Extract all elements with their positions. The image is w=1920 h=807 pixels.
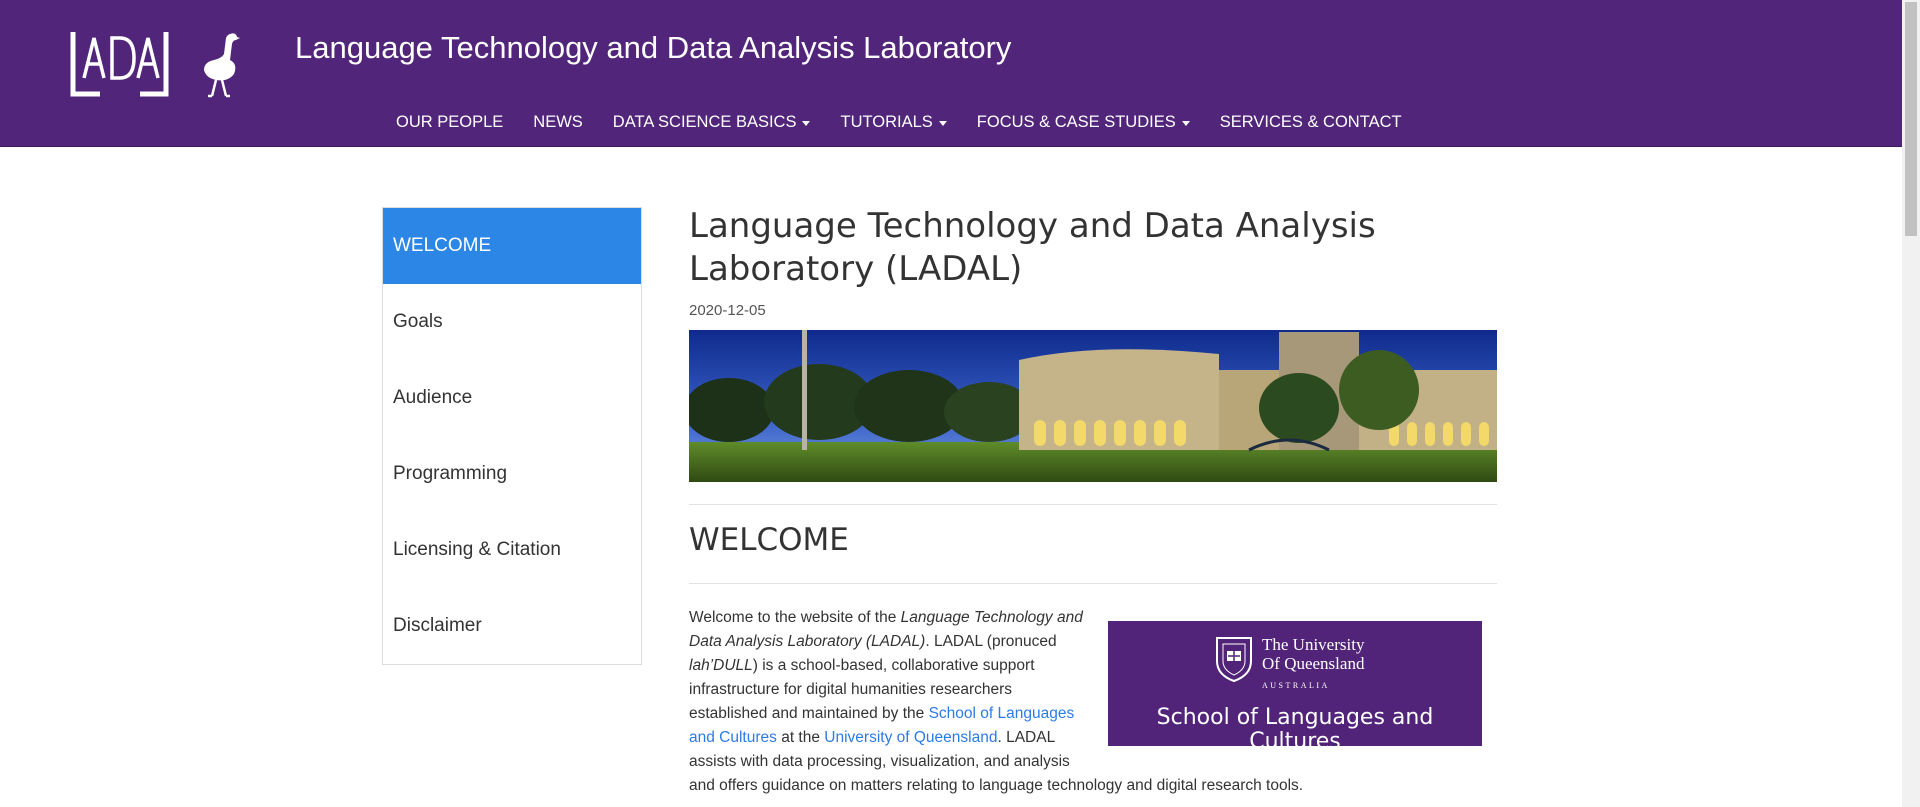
- intro-text: . LADAL (pronuced: [925, 633, 1057, 650]
- nav-news[interactable]: NEWS: [518, 107, 598, 137]
- toc-item-licensing-citation[interactable]: Licensing & Citation: [383, 512, 641, 588]
- nav-label: FOCUS & CASE STUDIES: [976, 112, 1176, 131]
- divider: [689, 583, 1497, 584]
- uq-school-logo[interactable]: The University Of Queensland AUSTRALIA S…: [1108, 621, 1482, 754]
- divider: [689, 504, 1497, 505]
- caret-down-icon: [802, 120, 811, 126]
- site-header: Language Technology and Data Analysis La…: [0, 0, 1902, 147]
- nav-label: SERVICES & CONTACT: [1219, 112, 1402, 131]
- uq-country: AUSTRALIA: [1262, 681, 1330, 690]
- ladal-logo[interactable]: [70, 30, 245, 98]
- toc-item-disclaimer[interactable]: Disclaimer: [383, 588, 641, 664]
- uq-name-line2: Of Queensland: [1262, 654, 1365, 673]
- main-nav: OUR PEOPLE NEWS DATA SCIENCE BASICS TUTO…: [381, 107, 1417, 137]
- intro-pronunciation: lah’DULL: [689, 657, 753, 674]
- toc-item-audience[interactable]: Audience: [383, 360, 641, 436]
- nav-label: DATA SCIENCE BASICS: [612, 112, 797, 131]
- table-of-contents: WELCOME Goals Audience Programming Licen…: [382, 207, 642, 665]
- page-scrollbar[interactable]: [1902, 0, 1920, 807]
- campus-banner-image: [689, 330, 1497, 482]
- nav-label: OUR PEOPLE: [396, 112, 504, 131]
- nav-tutorials[interactable]: TUTORIALS: [825, 107, 961, 137]
- intro-text: Welcome to the website of the: [689, 609, 901, 626]
- uq-name-line1: The University: [1262, 635, 1365, 654]
- caret-down-icon: [938, 120, 947, 126]
- university-link[interactable]: University of Queensland: [824, 729, 997, 746]
- page-title: Language Technology and Data Analysis La…: [689, 206, 1376, 289]
- caret-down-icon: [1181, 120, 1190, 126]
- scrollbar-thumb[interactable]: [1905, 2, 1917, 236]
- nav-our-people[interactable]: OUR PEOPLE: [381, 107, 518, 137]
- uq-crest-icon: [1216, 637, 1252, 683]
- toc-item-welcome[interactable]: WELCOME: [383, 208, 641, 284]
- nav-label: TUTORIALS: [840, 112, 933, 131]
- welcome-intro: The University Of Queensland AUSTRALIA S…: [689, 606, 1497, 798]
- nav-focus-case-studies[interactable]: FOCUS & CASE STUDIES: [962, 107, 1205, 137]
- toc-item-goals[interactable]: Goals: [383, 284, 641, 360]
- nav-label: NEWS: [533, 112, 583, 131]
- nav-data-science-basics[interactable]: DATA SCIENCE BASICS: [598, 107, 826, 137]
- section-title-welcome: WELCOME: [689, 522, 849, 558]
- nav-services-contact[interactable]: SERVICES & CONTACT: [1205, 107, 1417, 137]
- toc-item-programming[interactable]: Programming: [383, 436, 641, 512]
- site-title[interactable]: Language Technology and Data Analysis La…: [295, 30, 1011, 66]
- page-date: 2020-12-05: [689, 302, 766, 319]
- intro-text: at the: [776, 729, 825, 746]
- uq-school-name: School of Languages and Cultures: [1156, 705, 1434, 754]
